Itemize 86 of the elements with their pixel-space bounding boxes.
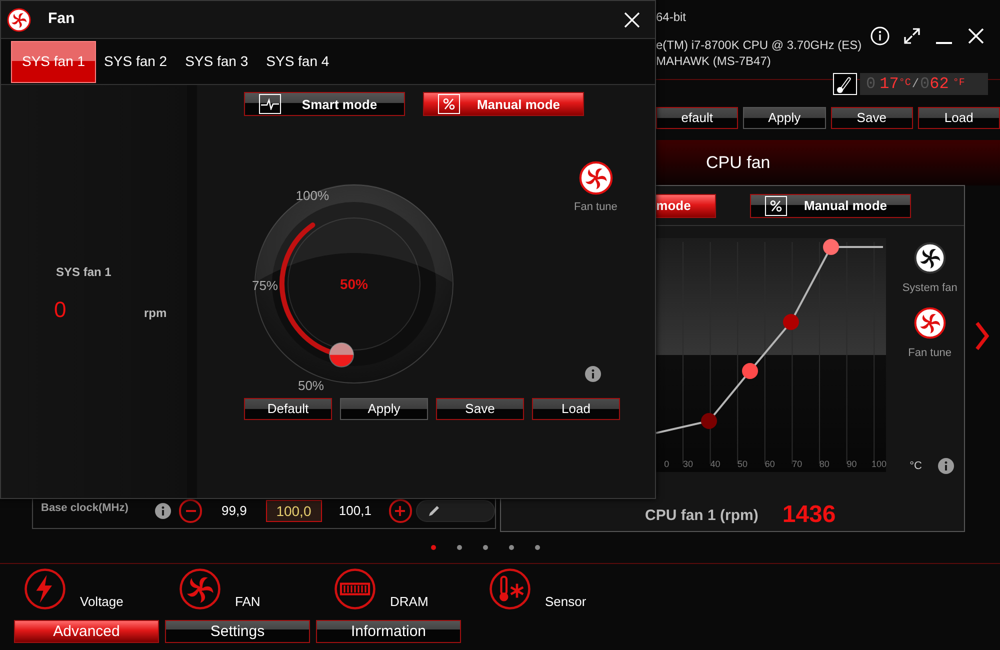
- wave-icon: [261, 98, 279, 110]
- reading-label: CPU fan 1 (rpm): [645, 508, 758, 522]
- chevron-icon: [975, 321, 989, 351]
- button[interactable]: Apply: [743, 107, 826, 129]
- button[interactable]: efault: [656, 107, 738, 129]
- axis-label: 30: [682, 458, 694, 471]
- fan-tab[interactable]: SYS fan 3: [175, 40, 258, 82]
- mode-button[interactable]: Smart mode: [244, 92, 405, 116]
- thermometer-icon: [833, 73, 857, 95]
- memory-icon: [334, 568, 376, 610]
- category-button[interactable]: Voltage: [24, 568, 179, 615]
- plus-icon: [394, 505, 406, 517]
- value-field[interactable]: 100,0: [266, 500, 322, 522]
- pencil-icon: [427, 504, 442, 518]
- dial-thumb[interactable]: [329, 342, 354, 368]
- fan-tab[interactable]: SYS fan 4: [256, 40, 340, 82]
- info-icon: [585, 366, 602, 382]
- nav-tab[interactable]: Information: [316, 620, 461, 643]
- next-button[interactable]: [975, 319, 989, 353]
- button[interactable]: Apply: [340, 398, 428, 420]
- axis-label: 80: [818, 458, 830, 471]
- fan-mode-button[interactable]: System fan: [902, 242, 958, 296]
- fan-icon: [914, 242, 946, 274]
- fan-icon: [914, 306, 946, 338]
- board-label: MAHAWK (MS-7B47): [656, 53, 772, 69]
- category-button[interactable]: DRAM: [334, 568, 489, 615]
- fan-icon: [179, 568, 221, 610]
- os-label: 64-bit: [656, 9, 688, 25]
- scale-label: 50%: [296, 377, 324, 395]
- button[interactable]: Load: [918, 107, 1000, 129]
- dial-value: 50%: [338, 275, 370, 294]
- fan-icon: [578, 161, 613, 195]
- close-icon: [966, 26, 986, 46]
- mode-button[interactable]: Manual mode: [423, 92, 584, 116]
- percent-icon: [770, 200, 782, 212]
- percent-icon: [443, 98, 455, 110]
- button[interactable]: Save: [436, 398, 524, 420]
- unit-label: °C: [910, 458, 922, 474]
- cpu-label: e(TM) i7-8700K CPU @ 3.70GHz (ES): [656, 37, 862, 53]
- speed-value: 0: [54, 296, 68, 324]
- fan-title: CPU fan: [706, 152, 770, 174]
- scale-label: 100%: [294, 187, 329, 205]
- edit-button[interactable]: [416, 500, 496, 522]
- info-icon: [870, 26, 890, 46]
- category-button[interactable]: FAN: [179, 568, 334, 615]
- close-icon: [623, 10, 641, 28]
- minimize-icon: [936, 42, 952, 44]
- button[interactable]: Save: [830, 107, 913, 129]
- axis-label: 100: [870, 458, 888, 471]
- fan-name: SYS fan 1: [56, 264, 112, 281]
- axis-label: 70: [791, 458, 804, 471]
- arrows-icon: [902, 26, 922, 46]
- axis-label: 90: [846, 458, 858, 471]
- unit-label: rpm: [144, 305, 167, 322]
- nav-tab[interactable]: Settings: [165, 620, 310, 643]
- axis-label: 50: [736, 458, 749, 471]
- close-button[interactable]: [623, 10, 641, 28]
- upper-value: 100,1: [338, 502, 372, 520]
- base-clock-label: Base clock(MHz): [41, 500, 130, 516]
- nav-tab[interactable]: Advanced: [14, 620, 159, 643]
- info-icon: [155, 503, 172, 519]
- fan-tab[interactable]: SYS fan 2: [94, 40, 178, 82]
- close-button[interactable]: [966, 26, 986, 46]
- axis-label: 0: [663, 458, 670, 471]
- axis-label: 60: [764, 458, 776, 471]
- lower-value: 99,9: [220, 502, 248, 520]
- fan-tune-button[interactable]: Fan tune: [574, 161, 618, 216]
- fan-mode-button[interactable]: Fan tune: [908, 306, 952, 361]
- mode-button[interactable]: Manual mode: [750, 194, 911, 218]
- scale-label: 75%: [250, 277, 278, 295]
- category-button[interactable]: Sensor: [489, 568, 644, 615]
- thermometer-icon: [489, 568, 531, 610]
- info-button[interactable]: [870, 26, 890, 46]
- axis-label: 40: [709, 458, 722, 471]
- fan-icon: [7, 8, 31, 32]
- fan-tab[interactable]: SYS fan 1: [11, 40, 96, 82]
- lightning-icon: [24, 568, 66, 610]
- curve-point[interactable]: [742, 363, 758, 379]
- curve-point[interactable]: [823, 239, 839, 255]
- curve-point[interactable]: [783, 314, 799, 330]
- button[interactable]: Load: [532, 398, 620, 420]
- info-icon: [938, 458, 954, 474]
- reading-value: 1436: [782, 503, 836, 527]
- restore-button[interactable]: [902, 26, 922, 46]
- window-title: Fan: [48, 9, 75, 30]
- button[interactable]: Default: [244, 398, 332, 420]
